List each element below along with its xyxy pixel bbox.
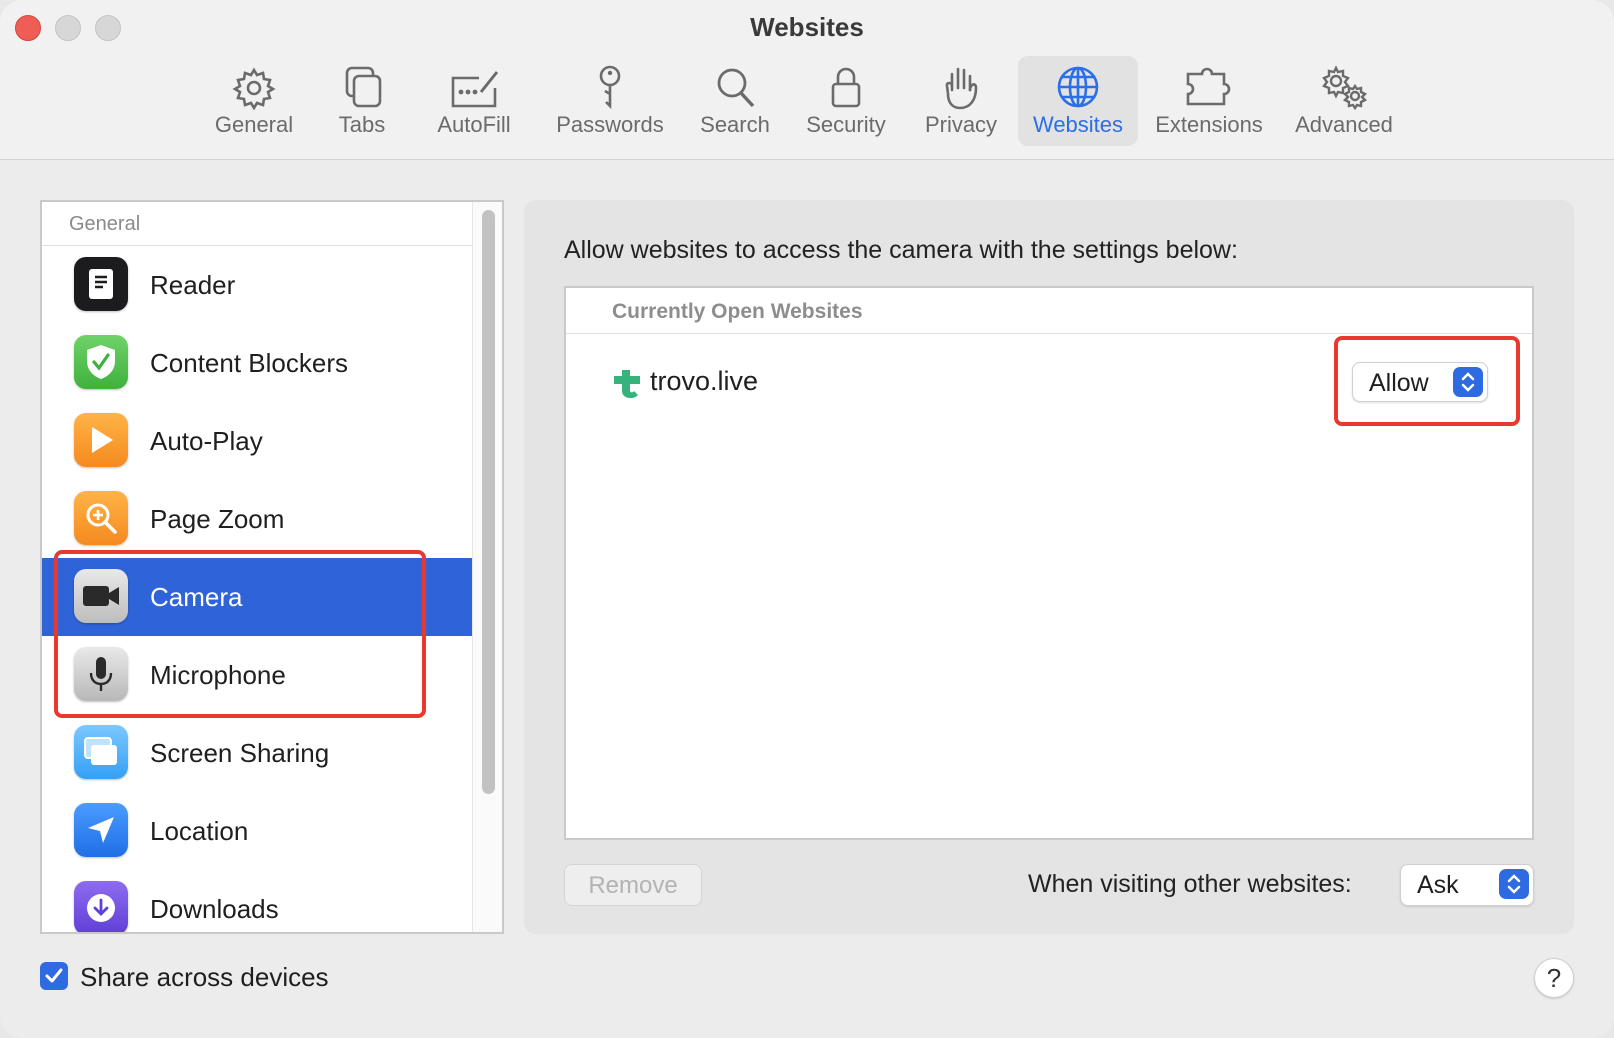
window-title: Websites [750, 12, 864, 42]
sidebar-item-label: Page Zoom [150, 504, 285, 534]
toolbar-passwords-label: Passwords [556, 112, 664, 137]
sidebar-item-content-blockers[interactable]: Content Blockers [42, 324, 476, 402]
annotation-highlight-allow [1334, 336, 1520, 426]
toolbar-general-label: General [214, 112, 294, 137]
sidebar-section-title: General [69, 213, 141, 235]
settings-panel: Allow websites to access the camera with… [524, 200, 1574, 934]
panel-description: Allow websites to access the camera with… [564, 236, 1238, 264]
sidebar-item-label: Content Blockers [150, 348, 348, 378]
site-name: trovo.live [650, 366, 759, 396]
remove-button[interactable]: Remove [564, 864, 702, 906]
toolbar-general[interactable]: General [204, 56, 304, 146]
toolbar-privacy-label: Privacy [924, 112, 998, 137]
sidebar-item-label: Reader [150, 270, 236, 300]
other-websites-select[interactable]: Ask [1400, 864, 1534, 906]
key-icon [599, 65, 621, 110]
sidebar-item-downloads[interactable]: Downloads [42, 870, 476, 932]
download-icon [74, 881, 128, 932]
sidebar-section-header: General [42, 202, 476, 246]
trovo-icon [614, 370, 640, 399]
toolbar-advanced[interactable]: Advanced [1284, 56, 1404, 146]
globe-icon [1057, 66, 1099, 108]
sidebar-scrollbar[interactable] [472, 202, 502, 932]
toolbar-passwords[interactable]: Passwords [548, 56, 672, 146]
other-websites-label: When visiting other websites: [1028, 870, 1352, 898]
toolbar-extensions-label: Extensions [1155, 112, 1263, 137]
toolbar-security[interactable]: Security [796, 56, 896, 146]
other-websites-value: Ask [1417, 871, 1459, 899]
sidebar-item-screen-sharing[interactable]: Screen Sharing [42, 714, 476, 792]
sidebar-scroll-thumb[interactable] [482, 210, 495, 794]
autofill-icon [451, 71, 499, 108]
toolbar-search-label: Search [700, 112, 770, 137]
toolbar-tabs-label: Tabs [338, 112, 386, 137]
toolbar-autofill[interactable]: AutoFill [424, 56, 524, 146]
toolbar-tabs[interactable]: Tabs [320, 56, 404, 146]
toolbar-privacy[interactable]: Privacy [914, 56, 1008, 146]
share-label: Share across devices [80, 962, 329, 992]
zoom-icon [74, 491, 128, 545]
toolbar-autofill-label: AutoFill [437, 112, 511, 137]
tabs-icon [345, 66, 382, 108]
table-header: Currently Open Websites [566, 288, 1532, 334]
toolbar-websites-label: Websites [1032, 112, 1124, 137]
screen-sharing-icon [74, 725, 128, 779]
toolbar-websites[interactable]: Websites [1018, 56, 1138, 146]
hand-icon [945, 67, 978, 110]
play-icon [74, 413, 128, 467]
sidebar-item-label: Downloads [150, 894, 279, 924]
sidebar-item-label: Screen Sharing [150, 738, 330, 768]
gears-icon [1322, 65, 1368, 110]
titlebar: Websites General Tabs AutoFill Passwords… [0, 0, 1614, 160]
table-header-title: Currently Open Websites [612, 300, 863, 323]
chevron-updown-icon [1499, 869, 1529, 899]
magnifier-icon [717, 68, 755, 108]
sidebar-item-reader[interactable]: Reader [42, 246, 476, 324]
sidebar-item-page-zoom[interactable]: Page Zoom [42, 480, 476, 558]
toolbar-search[interactable]: Search [690, 56, 780, 146]
reader-icon [74, 257, 128, 311]
sidebar-item-location[interactable]: Location [42, 792, 476, 870]
toolbar-extensions[interactable]: Extensions [1150, 56, 1268, 146]
gear-icon [232, 67, 276, 110]
toolbar-advanced-label: Advanced [1295, 112, 1393, 137]
location-icon [74, 803, 128, 857]
puzzle-icon [1186, 67, 1231, 106]
share-checkbox[interactable] [40, 962, 68, 990]
sidebar-item-label: Auto-Play [150, 426, 263, 456]
preferences-window: Websites General Tabs AutoFill Passwords… [0, 0, 1614, 1038]
sidebar-item-label: Location [150, 816, 249, 846]
sidebar-item-auto-play[interactable]: Auto-Play [42, 402, 476, 480]
help-button[interactable]: ? [1534, 958, 1574, 998]
shield-check-icon [74, 335, 128, 389]
toolbar-security-label: Security [806, 112, 886, 137]
annotation-highlight-sidebar [54, 550, 426, 718]
lock-icon [831, 67, 861, 108]
